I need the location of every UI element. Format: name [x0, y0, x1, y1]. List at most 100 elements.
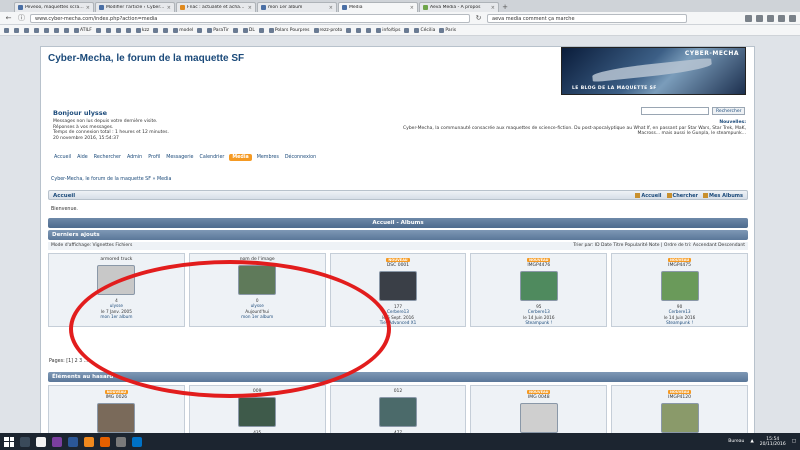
media-thumbnail[interactable]	[519, 271, 558, 301]
media-card[interactable]: NOUVEAU IMGP4476 95 Cerbere13 le 14 Juin 201…	[470, 253, 608, 327]
bookmark-item[interactable]	[356, 27, 362, 33]
media-album[interactable]: Steampunk !	[612, 320, 747, 325]
media-card[interactable]: 012 477	[329, 385, 467, 433]
menu-item[interactable]: Messagerie	[165, 154, 194, 161]
media-thumbnail[interactable]	[97, 403, 136, 433]
desktop-label[interactable]: Bureau	[728, 439, 744, 444]
close-icon[interactable]: ×	[491, 5, 495, 11]
media-thumbnail[interactable]	[519, 403, 558, 433]
back-icon[interactable]: ←	[4, 14, 13, 23]
menu-icon[interactable]	[789, 14, 796, 22]
media-thumbnail[interactable]	[660, 403, 699, 433]
browser-tab[interactable]: Media ×	[338, 2, 418, 12]
bookmark-item[interactable]: kzz	[135, 27, 149, 33]
bookmark-item[interactable]: DL	[242, 27, 255, 33]
bookmark-item[interactable]	[95, 27, 102, 33]
albums-bar[interactable]: Accueil - Albums	[48, 218, 748, 228]
menu-item[interactable]: Calendrier	[198, 154, 225, 161]
menu-item[interactable]: Media	[229, 154, 252, 161]
bookmark-item[interactable]	[258, 27, 265, 33]
media-title[interactable]: DSC 0001	[331, 263, 466, 268]
url-bar[interactable]: www.cyber-mecha.com/index.php?action=med…	[30, 13, 470, 23]
bookmark-item[interactable]: ATILF	[74, 27, 92, 33]
media-title[interactable]: 012	[331, 389, 466, 394]
media-title[interactable]: IMGP4120	[612, 395, 747, 400]
close-icon[interactable]: ×	[410, 5, 414, 11]
browser-tab[interactable]: Aeva Media - À propos ×	[419, 2, 499, 12]
browser-tab[interactable]: Peveoo, maquettes scratc... ×	[14, 2, 94, 12]
media-thumbnail[interactable]	[660, 271, 699, 301]
bookmark-item[interactable]	[105, 27, 112, 33]
bookmark-item[interactable]	[44, 27, 50, 33]
browser-tab[interactable]: Fnac : actualité et achat e... ×	[176, 2, 256, 12]
close-icon[interactable]: ×	[167, 5, 171, 11]
download-icon[interactable]	[767, 14, 774, 22]
tray-icons[interactable]: ▲	[750, 439, 753, 444]
media-title[interactable]: IMG 0026	[49, 395, 184, 400]
menu-item[interactable]: Accueil	[53, 154, 72, 161]
clock[interactable]: 15:54 20/11/2016	[760, 437, 786, 447]
menu-item[interactable]: Aide	[76, 154, 89, 161]
home-icon[interactable]	[778, 14, 785, 22]
bookmark-item[interactable]	[24, 27, 30, 33]
bookmark-item[interactable]: model	[173, 27, 193, 33]
menu-item[interactable]: Déconnexion	[284, 154, 317, 161]
bookmark-item[interactable]	[163, 27, 169, 33]
file-explorer-icon[interactable]	[20, 436, 30, 447]
calculator-icon[interactable]	[36, 436, 46, 447]
menu-item[interactable]: Profil	[147, 154, 161, 161]
bookmark-item[interactable]	[34, 27, 40, 33]
close-icon[interactable]: ×	[86, 5, 90, 11]
new-tab-icon[interactable]: +	[500, 3, 510, 12]
notifications-icon[interactable]: □	[792, 439, 796, 444]
media-title[interactable]: IMGP4475	[612, 263, 747, 268]
breadcrumb[interactable]: Cyber-Mecha, le forum de la maquette SF …	[51, 177, 171, 182]
media-card[interactable]: NOUVEAU IMG 0026	[48, 385, 185, 433]
bookmark-item[interactable]	[197, 27, 203, 33]
bookmark-item[interactable]	[4, 27, 10, 33]
word-icon[interactable]	[68, 436, 78, 447]
browser-tab[interactable]: mon 1er album ×	[257, 2, 337, 12]
menu-item[interactable]: Membres	[256, 154, 280, 161]
forum-search-input[interactable]	[641, 107, 709, 115]
menu-item[interactable]: Admin	[126, 154, 143, 161]
close-icon[interactable]: ×	[329, 5, 333, 11]
bookmark-item[interactable]	[153, 27, 159, 33]
star-icon[interactable]	[745, 14, 752, 22]
bookmark-item[interactable]: ParaTir	[207, 27, 229, 33]
onenote-icon[interactable]	[52, 436, 62, 447]
media-thumbnail[interactable]	[378, 271, 417, 301]
site-banner[interactable]: CYBER-MECHA LE BLOG DE LA MAQUETTE SF	[561, 47, 746, 95]
bookmark-item[interactable]: rezz-proto	[313, 27, 342, 33]
media-card[interactable]: NOUVEAU IMG 0048	[470, 385, 608, 433]
bookmark-item[interactable]: Cécilia	[414, 27, 435, 33]
bookmarks-icon[interactable]	[756, 14, 763, 22]
vlc-icon[interactable]	[84, 436, 94, 447]
media-title[interactable]: IMGP4476	[471, 263, 606, 268]
pagination[interactable]: Pages: [1] 2 3 ...	[49, 359, 88, 364]
search-action[interactable]: Chercher	[666, 191, 698, 201]
media-card[interactable]: NOUVEAU IMGP4120	[611, 385, 748, 433]
my-albums-action[interactable]: Mes Albums	[703, 191, 743, 201]
bookmark-item[interactable]: Polars Pourpres	[268, 27, 310, 33]
home-action[interactable]: Accueil	[635, 191, 662, 201]
close-icon[interactable]: ×	[248, 5, 252, 11]
bookmark-item[interactable]	[232, 27, 239, 33]
firefox-icon[interactable]	[100, 436, 110, 447]
bookmark-item[interactable]: Paris	[439, 27, 456, 33]
media-title[interactable]: IMG 0048	[471, 395, 606, 400]
windows-start-icon[interactable]	[4, 436, 14, 447]
bookmark-item[interactable]	[346, 27, 352, 33]
bookmark-item[interactable]	[404, 27, 410, 33]
media-thumbnail[interactable]	[238, 397, 277, 427]
forum-search-button[interactable]: Rechercher	[712, 107, 746, 115]
media-thumbnail[interactable]	[378, 397, 417, 427]
bookmark-item[interactable]	[14, 27, 20, 33]
media-title[interactable]: armored truck	[49, 257, 184, 262]
media-card[interactable]: NOUVEAU IMGP4475 90 Cerbere13 le 14 Juin 201…	[611, 253, 748, 327]
bookmark-item[interactable]	[54, 27, 60, 33]
bookmark-item[interactable]	[64, 27, 70, 33]
media-album[interactable]: Steampunk !	[471, 320, 606, 325]
browser-tab[interactable]: Modifier l'article ‹ Cyber-... ×	[95, 2, 175, 12]
menu-item[interactable]: Rechercher	[93, 154, 122, 161]
